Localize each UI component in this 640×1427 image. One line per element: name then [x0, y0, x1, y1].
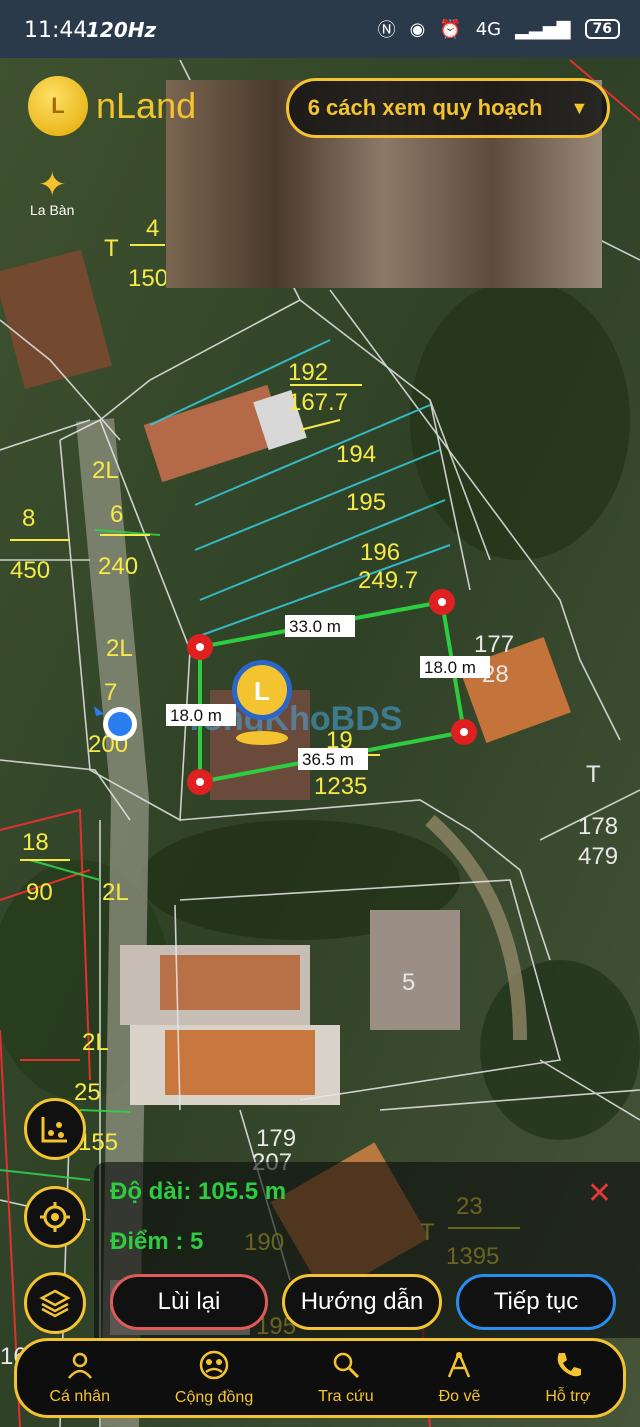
status-bar: 11:44 120Hz Ⓝ ◉ ⏰ 4G ▂▃▅▇ 76: [0, 0, 640, 58]
network-label: 4G: [475, 18, 502, 40]
parcel-label: 179: [256, 1125, 296, 1152]
parcel-label: 194: [336, 441, 376, 468]
search-icon: [318, 1350, 373, 1388]
measure-point[interactable]: [429, 589, 455, 615]
parcel-label: 192: [288, 359, 328, 386]
parcel-area: 150: [128, 265, 168, 292]
measure-point[interactable]: [187, 634, 213, 660]
road-label: 2L: [92, 457, 119, 484]
measure-bottom-label: 36.5 m: [302, 750, 354, 769]
measure-left-label: 18.0 m: [170, 706, 222, 725]
point-count: Điểm : 5: [110, 1228, 204, 1255]
svg-text:L: L: [254, 676, 270, 706]
layers-button[interactable]: [24, 1272, 86, 1334]
continue-button[interactable]: Tiếp tục: [456, 1274, 616, 1330]
parcel-area: 167.7: [288, 389, 348, 416]
road-label: 2L: [102, 879, 129, 906]
compass-icon: ✦: [37, 166, 67, 204]
planning-view-label: 6 cách xem quy hoạch: [307, 95, 543, 120]
parcel-area: 249.7: [358, 567, 418, 594]
nav-support[interactable]: Hỗ trợ: [545, 1350, 591, 1406]
planning-view-dropdown[interactable]: 6 cách xem quy hoạch ▼: [286, 78, 610, 138]
zone-label: T: [104, 235, 119, 262]
logo-coin-icon: L: [28, 76, 88, 136]
total-length: Độ dài: 105.5 m: [110, 1178, 287, 1205]
nav-personal[interactable]: Cá nhân: [49, 1350, 110, 1406]
chevron-down-icon: ▼: [570, 97, 589, 118]
measure-icon: [439, 1350, 481, 1388]
measure-point[interactable]: [187, 769, 213, 795]
parcel-area: 479: [578, 843, 618, 870]
measure-top-label: 33.0 m: [289, 617, 341, 636]
parcel-label: 178: [578, 813, 618, 840]
nav-community[interactable]: Cộng đồng: [175, 1349, 253, 1407]
nav-search[interactable]: Tra cứu: [318, 1350, 374, 1406]
layers-icon: [39, 1289, 71, 1318]
bottom-nav: Cá nhân Cộng đồng Tra cứu Đo vẽ Hỗ trợ: [14, 1338, 626, 1418]
battery-icon: 76: [584, 19, 620, 39]
nav-label: Hỗ trợ: [545, 1388, 591, 1405]
road-label: 2L: [106, 635, 133, 662]
parcel-label: 196: [360, 539, 400, 566]
parcel-area: 1235: [314, 773, 367, 800]
status-time: 11:44: [24, 18, 88, 43]
phone-icon: [545, 1350, 590, 1388]
parcel-label: 5: [402, 969, 415, 996]
parcel-label: 7: [104, 679, 117, 706]
nav-label: Đo vẽ: [438, 1388, 481, 1405]
guide-button[interactable]: Hướng dẫn: [282, 1274, 442, 1330]
parcel-area: 90: [26, 879, 53, 906]
parcel-label: 25: [74, 1079, 101, 1106]
locate-me-button[interactable]: [24, 1186, 86, 1248]
parcel-label: 8: [22, 505, 35, 532]
nav-label: Tra cứu: [318, 1388, 374, 1405]
parcel-label: 177: [474, 631, 514, 658]
parcel-label: 4: [146, 215, 159, 242]
road-label: 2L: [82, 1029, 109, 1056]
scatter-plot-icon: [41, 1117, 67, 1143]
status-icons: Ⓝ ◉ ⏰ 4G ▂▃▅▇ 76: [378, 16, 620, 42]
measure-right-label: 18.0 m: [424, 658, 476, 677]
parcel-area: 240: [98, 553, 138, 580]
nav-label: Cá nhân: [49, 1388, 110, 1405]
close-icon[interactable]: ✕: [587, 1176, 612, 1211]
parcel-label: 6: [110, 501, 123, 528]
community-icon: [175, 1349, 253, 1389]
app-name: nLand: [96, 85, 197, 126]
signal-icon: ▂▃▅▇: [515, 18, 571, 40]
refresh-rate-label: 120Hz: [86, 18, 157, 42]
nfc-icon: Ⓝ: [377, 20, 396, 41]
crosshair-icon: [40, 1202, 70, 1232]
parcel-label: 18: [22, 829, 49, 856]
undo-button[interactable]: Lùi lại: [110, 1274, 268, 1330]
parcel-area: 450: [10, 557, 50, 584]
parcel-label: 195: [346, 489, 386, 516]
measure-point[interactable]: [451, 719, 477, 745]
location-icon: ◉: [409, 18, 426, 40]
nav-measure[interactable]: Đo vẽ: [438, 1350, 481, 1406]
compass-label: La Bàn: [30, 202, 75, 218]
zone-label: T: [586, 761, 601, 788]
person-icon: [49, 1350, 110, 1388]
nav-label: Cộng đồng: [174, 1389, 254, 1406]
alarm-icon: ⏰: [439, 18, 462, 40]
scatter-points-button[interactable]: [24, 1098, 86, 1160]
compass-button[interactable]: ✦ La Bàn: [30, 168, 74, 218]
app-logo: L nLand: [28, 76, 196, 136]
